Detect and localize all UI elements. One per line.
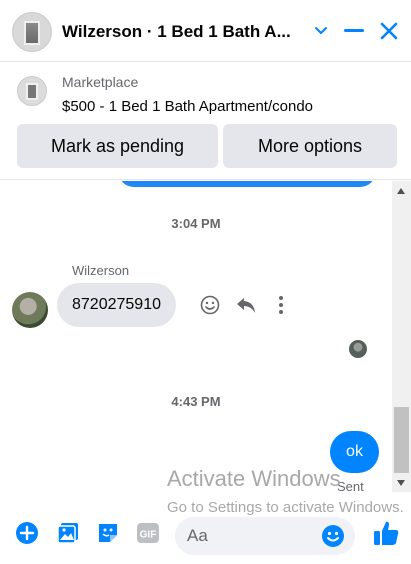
- seen-avatar: [349, 340, 367, 358]
- listing-thumbnail[interactable]: [17, 76, 47, 106]
- thumbs-up-icon[interactable]: [371, 518, 401, 548]
- plus-icon[interactable]: [14, 520, 40, 546]
- more-icon[interactable]: [270, 294, 292, 316]
- timestamp: 3:04 PM: [171, 216, 221, 231]
- svg-text:GIF: GIF: [140, 530, 157, 541]
- scrollbar-thumb[interactable]: [394, 407, 409, 473]
- close-icon[interactable]: [376, 18, 402, 44]
- previous-message-bubble: [118, 181, 376, 187]
- scroll-down-arrow-icon[interactable]: [397, 480, 405, 486]
- marketplace-banner: Marketplace $500 - 1 Bed 1 Bath Apartmen…: [0, 62, 411, 180]
- listing-avatar[interactable]: [12, 12, 52, 52]
- message-composer: GIF: [0, 506, 411, 564]
- marketplace-label: Marketplace: [62, 74, 139, 90]
- sent-status: Sent: [337, 479, 364, 492]
- emoji-icon[interactable]: [321, 524, 345, 548]
- listing-title[interactable]: $500 - 1 Bed 1 Bath Apartment/condo: [62, 98, 313, 115]
- react-emoji-icon[interactable]: [199, 294, 221, 316]
- scrollbar[interactable]: [392, 181, 411, 492]
- chat-title[interactable]: Wilzerson · 1 Bed 1 Bath A...: [62, 22, 302, 42]
- mark-as-pending-button[interactable]: Mark as pending: [17, 124, 218, 168]
- message-list: 3:04 PM Wilzerson 8720275910 4:43 PM ok …: [0, 181, 411, 492]
- message-input-wrapper: [175, 517, 355, 555]
- activate-windows-title: Activate Windows: [167, 466, 341, 491]
- sender-avatar[interactable]: [12, 292, 48, 328]
- more-options-button[interactable]: More options: [223, 124, 397, 168]
- sticker-icon[interactable]: [95, 520, 121, 546]
- reply-icon[interactable]: [235, 294, 257, 316]
- sender-name: Wilzerson: [72, 263, 130, 278]
- gif-icon[interactable]: GIF: [135, 520, 161, 546]
- scroll-up-arrow-icon[interactable]: [397, 188, 405, 194]
- chevron-down-icon[interactable]: [308, 18, 334, 44]
- timestamp: 4:43 PM: [171, 394, 221, 409]
- received-message-bubble[interactable]: 8720275910: [57, 283, 176, 327]
- photo-icon[interactable]: [55, 520, 81, 546]
- chat-header: Wilzerson · 1 Bed 1 Bath A...: [0, 0, 411, 62]
- minimize-icon[interactable]: [341, 18, 367, 44]
- message-input[interactable]: [187, 525, 317, 547]
